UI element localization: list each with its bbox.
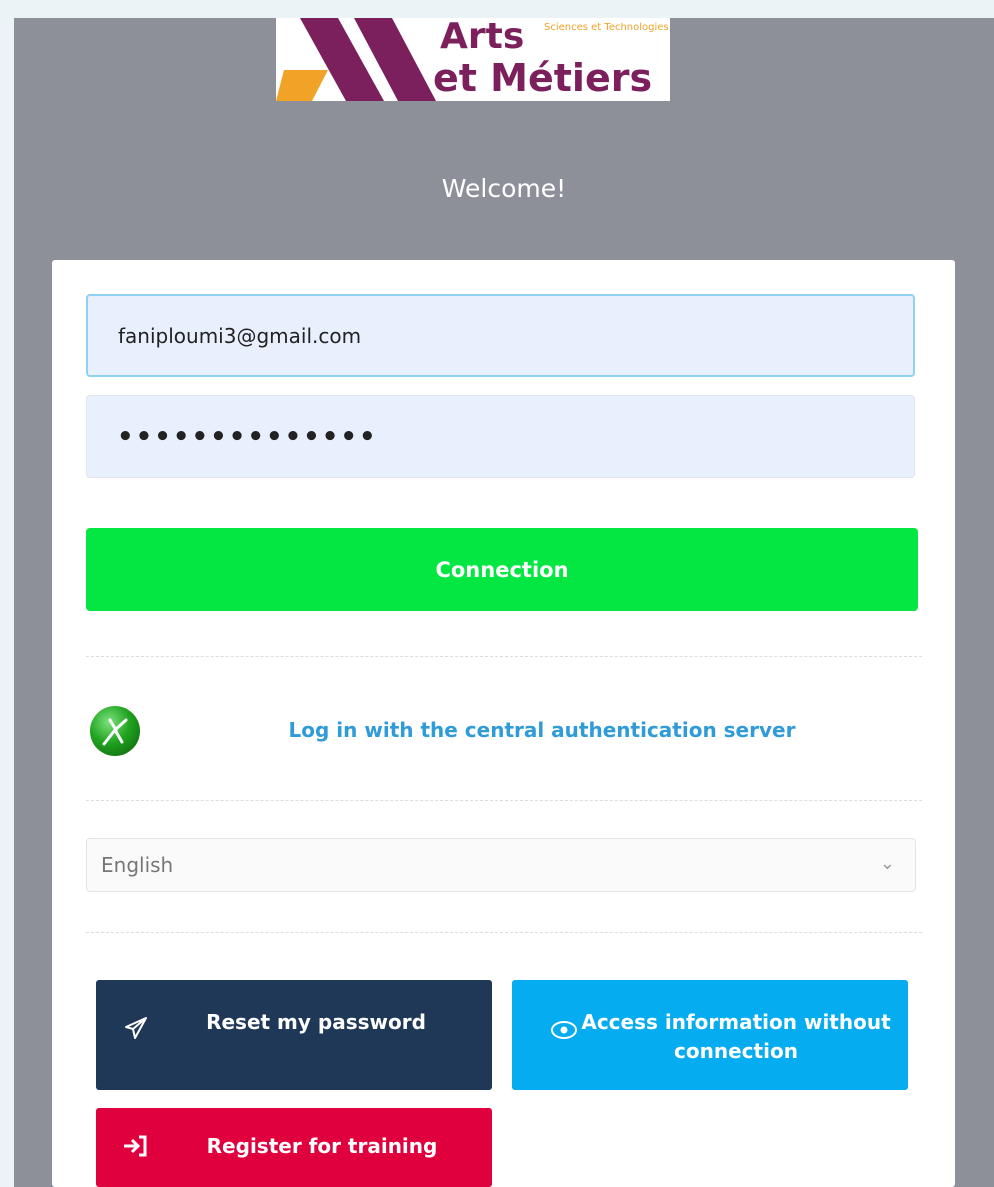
access-label-line2: connection: [674, 1039, 798, 1063]
paper-plane-icon: [125, 1017, 147, 1039]
connection-button[interactable]: Connection: [86, 528, 918, 611]
logo-tagline: Sciences et Technologies: [544, 22, 669, 33]
login-page: Sciences et Technologies Arts et Métiers…: [14, 18, 994, 1187]
logo-line1: Arts: [440, 18, 525, 57]
eye-icon: [551, 1021, 577, 1039]
access-without-connection-button[interactable]: Access information without connection: [512, 980, 908, 1090]
school-logo: Sciences et Technologies Arts et Métiers: [276, 18, 670, 101]
divider: [86, 656, 922, 657]
reset-password-button[interactable]: Reset my password: [96, 980, 492, 1090]
register-label: Register for training: [206, 1134, 438, 1158]
chevron-down-icon: ⌄: [879, 853, 895, 874]
login-card: faniploumi3@gmail.com •••••••••••••• Con…: [52, 260, 955, 1187]
email-field[interactable]: faniploumi3@gmail.com: [86, 294, 915, 377]
cas-server-icon[interactable]: [90, 706, 140, 756]
register-training-button[interactable]: Register for training: [96, 1108, 492, 1187]
cas-login-link[interactable]: Log in with the central authentication s…: [262, 718, 822, 742]
welcome-heading: Welcome!: [441, 174, 567, 203]
divider: [86, 800, 922, 801]
sign-in-icon: [124, 1135, 147, 1157]
access-label-line1: Access information without: [581, 1010, 891, 1034]
divider: [86, 932, 922, 933]
logo-line2: et Métiers: [433, 56, 653, 100]
access-label: Access information without connection: [576, 1008, 896, 1066]
password-field[interactable]: ••••••••••••••: [86, 395, 915, 478]
language-select[interactable]: English ⌄: [86, 838, 916, 892]
logo-mark-icon: [276, 18, 436, 101]
language-selected: English: [101, 853, 174, 877]
reset-password-label: Reset my password: [206, 1010, 426, 1034]
